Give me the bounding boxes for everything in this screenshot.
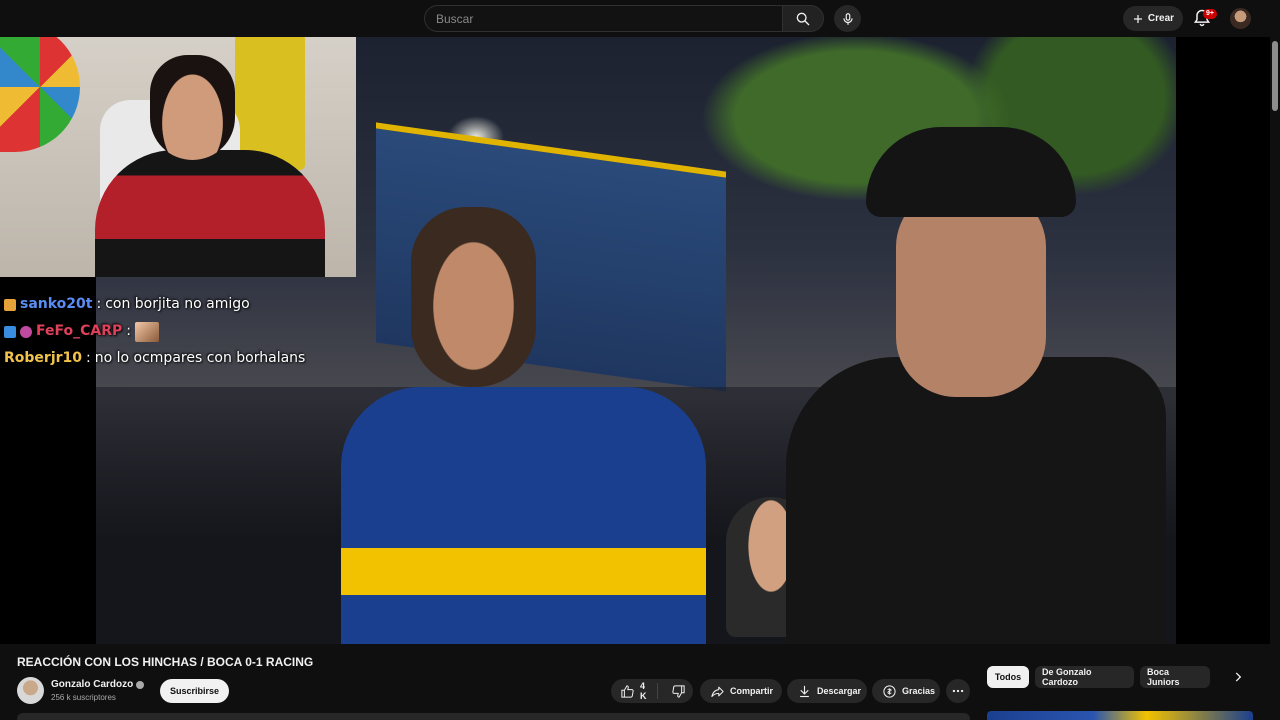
thanks-label: Gracias: [902, 686, 936, 696]
chat-message: sanko20t : con borjita no amigo: [4, 291, 305, 318]
like-dislike-group: 4 K: [611, 679, 693, 703]
channel-name: Gonzalo Cardozo: [51, 679, 134, 690]
chat-username: sanko20t: [20, 296, 93, 312]
fan-jersey: [341, 387, 706, 644]
create-label: Crear: [1147, 13, 1175, 24]
like-count: 4 K: [640, 681, 647, 701]
description-box[interactable]: [17, 713, 970, 720]
chips-next-button[interactable]: [1228, 667, 1248, 687]
chat-message: Roberjr10 : no lo ocmpares con borhalans: [4, 345, 305, 372]
voice-search-button[interactable]: [834, 5, 861, 32]
chat-badge-icon: [4, 325, 16, 338]
share-label: Compartir: [730, 686, 774, 696]
thanks-icon: [882, 684, 897, 699]
like-icon: [620, 684, 635, 699]
streamer-shirt: [95, 150, 325, 277]
fan-in-boca-jersey: [341, 207, 706, 644]
channel-avatar[interactable]: [17, 677, 44, 704]
search-button[interactable]: [782, 5, 824, 32]
chat-overlay: sanko20t : con borjita no amigo FeFo_CAR…: [4, 291, 305, 372]
streamer-head: [150, 55, 235, 160]
plus-icon: [1132, 13, 1144, 25]
thanks-button[interactable]: Gracias: [872, 679, 940, 703]
notifications-badge: 9+: [1203, 9, 1217, 19]
chip-from-channel[interactable]: De Gonzalo Cardozo: [1035, 666, 1134, 688]
video-title: REACCIÓN CON LOS HINCHAS / BOCA 0-1 RACI…: [17, 655, 314, 669]
create-button[interactable]: Crear: [1123, 6, 1183, 31]
interviewer-cap: [866, 127, 1076, 217]
chevron-right-icon: [1231, 670, 1245, 684]
chat-username: FeFo_CARP: [36, 323, 123, 339]
search-input[interactable]: [436, 11, 771, 26]
download-icon: [797, 684, 812, 699]
more-icon: [951, 684, 965, 698]
interviewer-jacket: [786, 357, 1166, 644]
download-button[interactable]: Descargar: [787, 679, 867, 703]
top-bar: Crear 9+: [0, 0, 1280, 37]
interviewer-head: [896, 187, 1046, 397]
dislike-icon: [671, 684, 686, 699]
recommended-video-thumbnail[interactable]: [987, 711, 1253, 720]
share-button[interactable]: Compartir: [700, 679, 782, 703]
chat-separator: :: [126, 323, 131, 339]
chat-badge-icon: [4, 298, 16, 311]
dislike-button[interactable]: [663, 684, 693, 699]
page-scrollbar[interactable]: [1270, 37, 1280, 720]
like-button[interactable]: 4 K: [611, 681, 658, 701]
search-icon: [795, 11, 811, 27]
chip-all[interactable]: Todos: [987, 666, 1029, 688]
emote-image: [134, 321, 159, 342]
search-bar: [424, 5, 824, 32]
chip-boca-juniors[interactable]: Boca Juniors: [1140, 666, 1210, 688]
more-actions-button[interactable]: [946, 679, 970, 703]
verified-icon: [136, 680, 145, 689]
share-icon: [710, 684, 725, 699]
chat-text: con borjita no amigo: [105, 296, 250, 312]
streamer-webcam: [0, 37, 356, 277]
video-player[interactable]: sanko20t : con borjita no amigo FeFo_CAR…: [0, 37, 1270, 644]
chat-text: no lo ocmpares con borhalans: [94, 350, 306, 366]
scrollbar-thumb[interactable]: [1272, 41, 1278, 111]
subscribe-button[interactable]: Suscribirse: [160, 679, 229, 703]
chat-username: Roberjr10: [4, 350, 83, 366]
account-avatar[interactable]: [1230, 8, 1251, 29]
chat-separator: :: [86, 350, 91, 366]
subscriber-count: 256 k suscriptores: [51, 693, 116, 702]
chat-separator: :: [96, 296, 102, 312]
interviewer: [786, 127, 1166, 644]
prize-wheel: [0, 37, 80, 152]
mic-icon: [841, 12, 855, 26]
chat-message: FeFo_CARP :: [4, 318, 305, 345]
chat-badge-icon: [20, 325, 32, 338]
download-label: Descargar: [817, 686, 862, 696]
search-box[interactable]: [424, 5, 782, 32]
channel-name-link[interactable]: Gonzalo Cardozo: [51, 679, 145, 690]
fan-head: [411, 207, 536, 387]
